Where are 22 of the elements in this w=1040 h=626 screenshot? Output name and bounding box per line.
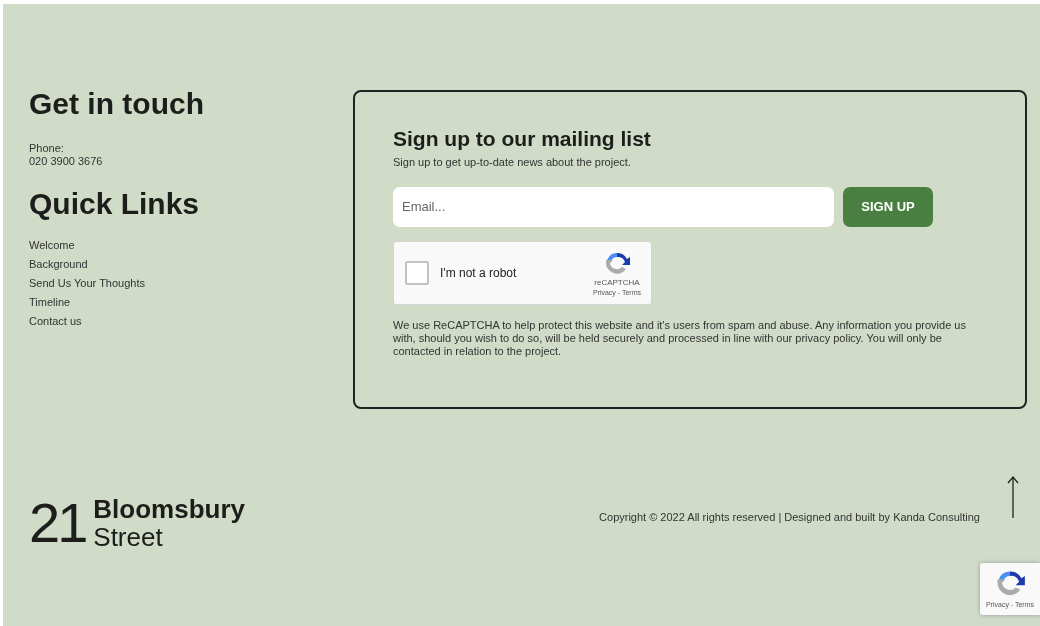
quick-link[interactable]: Send Us Your Thoughts — [29, 276, 145, 290]
recaptcha-brand: reCAPTCHA — [594, 277, 640, 288]
section-heading: Quick Links — [29, 188, 201, 220]
logo-number: 21 — [29, 498, 86, 548]
phone-label: Phone: — [29, 142, 65, 155]
quick-link[interactable]: Background — [29, 257, 88, 271]
section-heading: Get in touch — [29, 88, 205, 120]
logo-text: Bloomsbury — [93, 495, 245, 523]
quick-link[interactable]: Welcome — [29, 238, 75, 252]
card-heading: Sign up to our mailing list — [393, 126, 652, 152]
checkbox[interactable] — [405, 260, 429, 285]
checkbox-label: I'm not a robot — [440, 264, 517, 282]
email-field[interactable]: Email... — [393, 186, 834, 227]
quick-link[interactable]: Timeline — [29, 295, 71, 309]
quick-link[interactable]: Contact us — [29, 314, 82, 328]
sign-up-button[interactable]: SIGN UP — [843, 186, 933, 227]
logo-text: Street — [93, 523, 163, 551]
card-subtitle: Sign up to get up-to-date news about the project. — [393, 155, 632, 170]
privacy-notice: We use ReCAPTCHA to help protect this website and it's users from spam and abuse. Any information you provide us with, should you wish to do so, will be held securely and processed in line with our privacy policy. You will only be contacted in relation to the project. — [393, 318, 967, 358]
copyright-text: Copyright © 2022 All rights reserved | Designed and built by Kanda Consulting — [599, 510, 980, 525]
back-to-top-arrow-icon[interactable] — [1007, 475, 1019, 519]
phone-number: 020 3900 3676 — [29, 155, 104, 168]
